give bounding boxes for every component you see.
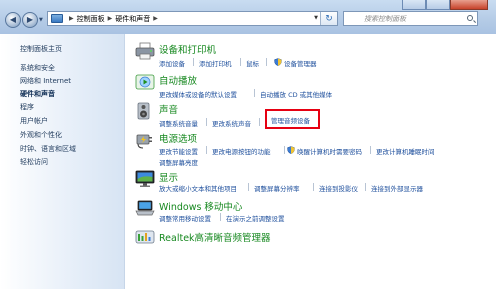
close-button[interactable]	[450, 0, 488, 10]
window-controls	[402, 0, 488, 10]
link-connect-projector[interactable]: 连接到投影仪	[319, 183, 358, 193]
link-divider	[240, 58, 241, 66]
link-add-printer[interactable]: 添加打印机	[199, 58, 232, 68]
realtek-audio-icon[interactable]	[135, 228, 155, 246]
control-panel-icon	[51, 14, 63, 23]
sidebar-item-network[interactable]: 网络和 Internet	[20, 76, 71, 86]
link-adjust-volume[interactable]: 调整系统音量	[159, 118, 198, 128]
link-divider	[248, 183, 249, 191]
category-autoplay[interactable]: 自动播放	[159, 73, 197, 87]
link-divider	[206, 118, 207, 126]
uac-shield-icon	[274, 58, 282, 66]
recent-pages-dropdown-icon[interactable]: ▼	[39, 17, 43, 23]
sidebar-item-system-security[interactable]: 系统和安全	[20, 63, 55, 73]
link-autoplay-cd[interactable]: 自动播放 CD 或其他媒体	[260, 89, 332, 99]
link-adjust-brightness[interactable]: 调整屏幕亮度	[159, 157, 198, 167]
breadcrumb-separator-icon[interactable]: ▶	[108, 15, 113, 22]
link-divider	[206, 146, 207, 154]
category-display[interactable]: 显示	[159, 170, 178, 184]
link-change-power-saving[interactable]: 更改节能设置	[159, 146, 198, 156]
link-screen-resolution[interactable]: 调整屏幕分辨率	[254, 183, 300, 193]
sidebar-item-ease-of-access[interactable]: 轻松访问	[20, 157, 48, 167]
maximize-button[interactable]	[426, 0, 450, 10]
address-dropdown-icon[interactable]: ▼	[314, 15, 318, 21]
search-placeholder: 搜索控制面板	[364, 14, 406, 23]
address-bar[interactable]: ▶ 控制面板 ▶ 硬件和声音 ▶ ▼ ↻	[47, 11, 338, 26]
link-require-password[interactable]: 唤醒计算机时需要密码	[297, 146, 362, 156]
uac-shield-icon	[287, 146, 295, 154]
link-device-manager[interactable]: 设备管理器	[284, 58, 317, 68]
search-input[interactable]: 搜索控制面板	[343, 11, 478, 26]
breadcrumb-separator-icon[interactable]: ▶	[69, 15, 74, 22]
link-divider	[193, 58, 194, 66]
sidebar-item-user-accounts[interactable]: 用户帐户	[20, 116, 48, 126]
link-autoplay-defaults[interactable]: 更改媒体或设备的默认设置	[159, 89, 237, 99]
minimize-button[interactable]	[402, 0, 426, 10]
search-icon[interactable]	[467, 15, 473, 21]
autoplay-icon[interactable]	[135, 73, 155, 91]
link-divider	[220, 213, 221, 221]
mobility-center-icon[interactable]	[135, 199, 155, 217]
category-sound[interactable]: 声音	[159, 102, 178, 116]
printer-icon[interactable]	[135, 42, 155, 60]
breadcrumb-hardware-sound[interactable]: 硬件和声音	[115, 14, 150, 24]
sidebar-item-home[interactable]: 控制面板主页	[20, 44, 62, 54]
link-mobility-settings[interactable]: 调整常用移动设置	[159, 213, 211, 223]
breadcrumb-separator-icon[interactable]: ▶	[153, 15, 158, 22]
sidebar-item-programs[interactable]: 程序	[20, 102, 34, 112]
sidebar-item-appearance[interactable]: 外观和个性化	[20, 130, 62, 140]
speaker-icon[interactable]	[135, 102, 155, 120]
category-devices-printers[interactable]: 设备和打印机	[159, 42, 216, 56]
link-change-system-sounds[interactable]: 更改系统声音	[212, 118, 251, 128]
link-divider	[266, 58, 267, 66]
link-divider	[313, 183, 314, 191]
link-mouse[interactable]: 鼠标	[246, 58, 259, 68]
breadcrumb-control-panel[interactable]: 控制面板	[77, 14, 105, 24]
link-divider	[254, 89, 255, 97]
link-power-button[interactable]: 更改电源按钮的功能	[212, 146, 271, 156]
link-add-device[interactable]: 添加设备	[159, 58, 185, 68]
power-plug-icon[interactable]	[135, 131, 155, 149]
forward-arrow-icon[interactable]: ▶	[22, 12, 38, 28]
back-arrow-icon[interactable]: ◀	[5, 12, 21, 28]
monitor-icon[interactable]	[135, 170, 155, 188]
sidebar-item-clock-language[interactable]: 时钟、语言和区域	[20, 144, 76, 154]
category-mobility-center[interactable]: Windows 移动中心	[159, 199, 242, 213]
main-content: 设备和打印机 添加设备 添加打印机 鼠标 设备管理器 自动播放 更改媒体或设备的…	[125, 34, 496, 289]
sidebar: 控制面板主页 系统和安全 网络和 Internet 硬件和声音 程序 用户帐户 …	[0, 34, 125, 289]
link-text-size[interactable]: 放大或缩小文本和其他项目	[159, 183, 237, 193]
link-sleep-time[interactable]: 更改计算机睡眠时间	[376, 146, 435, 156]
link-divider	[365, 183, 366, 191]
sidebar-item-hardware-sound[interactable]: 硬件和声音	[20, 89, 55, 99]
refresh-icon[interactable]: ↻	[320, 12, 337, 25]
link-manage-audio-devices[interactable]: 管理音频设备	[271, 115, 310, 125]
navigation-bar: ◀ ▶ ▼ ▶ 控制面板 ▶ 硬件和声音 ▶ ▼ ↻ 搜索控制面板	[0, 0, 496, 34]
link-divider	[370, 146, 371, 154]
link-divider	[284, 146, 285, 154]
category-realtek-audio[interactable]: Realtek高清晰音频管理器	[159, 230, 271, 244]
category-power-options[interactable]: 电源选项	[159, 131, 197, 145]
link-external-display[interactable]: 连接到外部显示器	[371, 183, 423, 193]
link-divider	[259, 118, 260, 126]
link-presentation-settings[interactable]: 在演示之前调整设置	[226, 213, 285, 223]
